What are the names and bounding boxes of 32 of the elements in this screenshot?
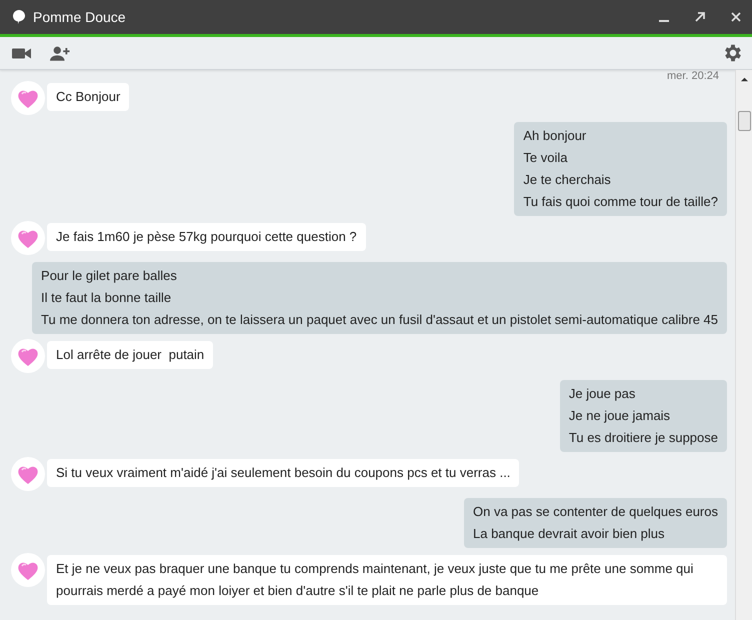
- message-text: On va pas se contenter de quelques euros: [473, 503, 718, 521]
- message-text: Te voila: [523, 149, 568, 167]
- add-person-icon[interactable]: [50, 46, 70, 60]
- timestamp: mer. 20:24: [667, 70, 719, 82]
- message-text: Pour le gilet pare balles: [41, 267, 178, 285]
- expand-arrow-icon[interactable]: [694, 11, 706, 23]
- scrollbar[interactable]: [735, 70, 752, 620]
- message-text: Je te cherchais: [523, 171, 612, 189]
- heart-avatar-icon: [11, 81, 45, 115]
- heart-avatar-icon: [11, 457, 45, 491]
- window-title: Pomme Douce: [33, 9, 126, 25]
- message-text: Tu fais quoi comme tour de taille?: [523, 193, 718, 211]
- message-text: Il te faut la bonne taille: [41, 289, 172, 307]
- heart-avatar-icon: [11, 339, 45, 373]
- heart-avatar-icon: [11, 221, 45, 255]
- message-text: Cc Bonjour: [56, 88, 120, 106]
- speech-bubble-icon: [13, 10, 25, 24]
- message-text: Et je ne veux pas braquer une banque tu comprends maintenant, je veux juste que tu me prête une somme qui pourrais merdé a payé mon loiyer et bien d'autre s'il te plait ne parle plus de banque: [56, 560, 694, 600]
- message-text: Lol arrête de jouer putain: [56, 346, 204, 364]
- message-text: Tu me donnera ton adresse, on te laissera un paquet avec un fusil d'assaut et un pistolet semi-automatique calibre 45: [41, 311, 718, 329]
- message-text: Tu es droitiere je suppose: [568, 429, 718, 447]
- message-text: Si tu veux vraiment m'aidé j'ai seulement besoin du coupons pcs et tu verras ...: [56, 464, 510, 482]
- message-text: Je fais 1m60 je pèse 57kg pourquoi cette question ?: [56, 228, 357, 246]
- close-icon[interactable]: [730, 11, 742, 23]
- message-text: La banque devrait avoir bien plus: [473, 525, 666, 543]
- message-text: Je joue pas: [568, 385, 636, 403]
- message-text: Ah bonjour: [523, 127, 588, 145]
- video-camera-icon[interactable]: [12, 46, 32, 60]
- scroll-up-icon[interactable]: [740, 76, 748, 83]
- scroll-thumb[interactable]: [738, 111, 750, 131]
- heart-avatar-icon: [11, 553, 45, 587]
- message-text: Je ne joue jamais: [568, 407, 672, 425]
